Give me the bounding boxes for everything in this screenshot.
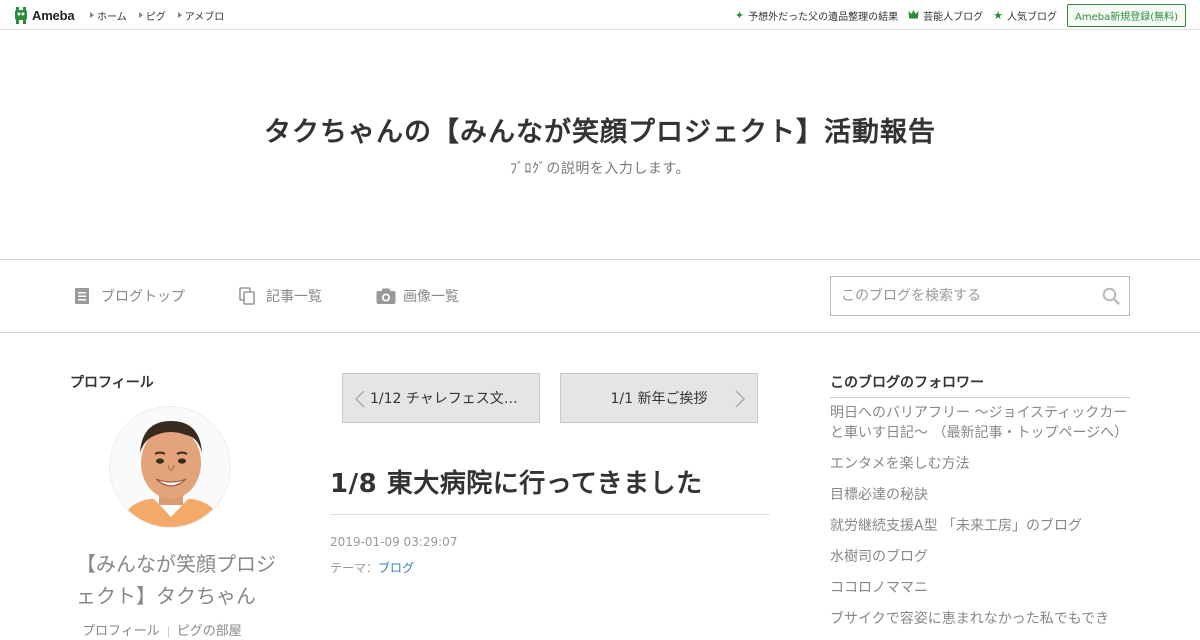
avatar[interactable] — [109, 406, 231, 528]
divider — [830, 397, 1130, 398]
followers-heading: このブログのフォロワー — [830, 375, 984, 391]
caret-right-icon — [177, 12, 182, 18]
divider — [167, 625, 169, 638]
caret-right-icon — [138, 12, 143, 18]
blog-header: タクちゃんの【みんなが笑顔プロジェクト】活動報告 ﾌﾞﾛｸﾞの説明を入力します。 — [0, 30, 1200, 260]
next-entry-button[interactable]: 1/1 新年ご挨拶 — [560, 373, 758, 423]
document-icon — [74, 287, 91, 305]
nav-image-list[interactable]: 画像一覧 — [376, 286, 459, 306]
follower-blog-link[interactable]: ココロノママニ — [830, 578, 1130, 598]
theme-link[interactable]: ブログ — [378, 561, 414, 575]
link-featured-article[interactable]: ✦ 予想外だった父の遺品整理の結果 — [735, 8, 898, 23]
divider — [330, 514, 770, 515]
follower-blog-link[interactable]: 明日へのバリアフリー ～ジョイスティックカーと車いす日記～ （最新記事・トップペ… — [830, 403, 1130, 443]
crown-icon — [908, 9, 919, 22]
blog-nav-links: ブログトップ 記事一覧 画像一覧 — [74, 260, 459, 332]
nav-blog-top[interactable]: ブログトップ — [74, 286, 185, 306]
register-button[interactable]: Ameba新規登録(無料) — [1066, 3, 1186, 27]
ameba-logo[interactable]: Ameba — [14, 6, 75, 24]
profile-link[interactable]: プロフィール — [82, 624, 160, 639]
nav-pigg[interactable]: ピグ — [138, 8, 166, 23]
follower-blog-link[interactable]: エンタメを楽しむ方法 — [830, 454, 1130, 474]
blog-title[interactable]: タクちゃんの【みんなが笑顔プロジェクト】活動報告 — [0, 110, 1200, 149]
blog-nav: ブログトップ 記事一覧 画像一覧 — [0, 259, 1200, 333]
global-nav: ホーム ピグ アメブロ — [90, 0, 224, 30]
nav-entry-list[interactable]: 記事一覧 — [239, 286, 322, 306]
entry-title[interactable]: 1/8 東大病院に行ってきました — [330, 463, 703, 500]
global-header: Ameba ホーム ピグ アメブロ ✦ 予想外だった父の遺品整理の結果 芸能人ブ… — [0, 0, 1200, 30]
profile-name[interactable]: 【みんなが笑顔プロジェクト】タクちゃん — [76, 548, 286, 612]
nav-entry-list-label: 記事一覧 — [266, 289, 322, 305]
nav-image-list-label: 画像一覧 — [403, 289, 459, 305]
search-input[interactable] — [831, 277, 1081, 315]
nav-ameblo-label: アメブロ — [184, 11, 225, 23]
nav-home[interactable]: ホーム — [90, 8, 127, 23]
nav-home-label: ホーム — [97, 11, 127, 23]
follower-blog-link[interactable]: 就労継続支援A型 「未来工房」のブログ — [830, 516, 1130, 536]
caret-right-icon — [90, 12, 94, 18]
profile-heading: プロフィール — [70, 375, 154, 391]
prev-entry-button[interactable]: 1/12 チャレフェス文… — [342, 373, 540, 423]
chevron-right-icon — [733, 390, 747, 408]
entry-date: 2019-01-09 03:29:07 — [330, 535, 458, 549]
entry-theme: テーマ：ブログ — [330, 559, 414, 576]
chevron-left-icon — [353, 390, 367, 408]
nav-pigg-label: ピグ — [145, 11, 166, 23]
link-popular-blogs[interactable]: ★ 人気ブログ — [993, 8, 1057, 23]
link-featured-article-label: 予想外だった父の遺品整理の結果 — [748, 11, 899, 23]
link-celebrity-blogs[interactable]: 芸能人ブログ — [908, 8, 983, 23]
link-celebrity-blogs-label: 芸能人ブログ — [923, 11, 984, 23]
theme-prefix: テーマ： — [330, 561, 379, 575]
next-entry-label: 1/1 新年ご挨拶 — [610, 391, 708, 407]
copy-icon — [239, 287, 256, 305]
sparkle-icon: ✦ — [734, 8, 745, 22]
star-icon: ★ — [993, 8, 1003, 22]
follower-blog-link[interactable]: 目標必達の秘訣 — [830, 485, 1130, 505]
ameba-mascot-icon — [14, 6, 28, 24]
blog-description: ﾌﾞﾛｸﾞの説明を入力します。 — [509, 161, 691, 177]
logo-text: Ameba — [32, 7, 75, 23]
blog-search — [830, 276, 1130, 316]
search-icon[interactable] — [1102, 287, 1120, 305]
prev-entry-label: 1/12 チャレフェス文… — [370, 391, 518, 407]
camera-icon — [376, 287, 396, 305]
link-popular-blogs-label: 人気ブログ — [1006, 11, 1057, 23]
header-right-links: ✦ 予想外だった父の遺品整理の結果 芸能人ブログ ★ 人気ブログ Ameba新規… — [735, 0, 1186, 30]
follower-blog-link[interactable]: ブサイクで容姿に恵まれなかった私でもでき — [830, 609, 1130, 629]
nav-blog-top-label: ブログトップ — [101, 289, 185, 305]
follower-blog-link[interactable]: 水樹司のブログ — [830, 547, 1130, 567]
nav-ameblo[interactable]: アメブロ — [177, 8, 225, 23]
pigg-room-link[interactable]: ピグの部屋 — [177, 624, 242, 639]
followers-list: 明日へのバリアフリー ～ジョイスティックカーと車いす日記～ （最新記事・トップペ… — [830, 403, 1130, 640]
